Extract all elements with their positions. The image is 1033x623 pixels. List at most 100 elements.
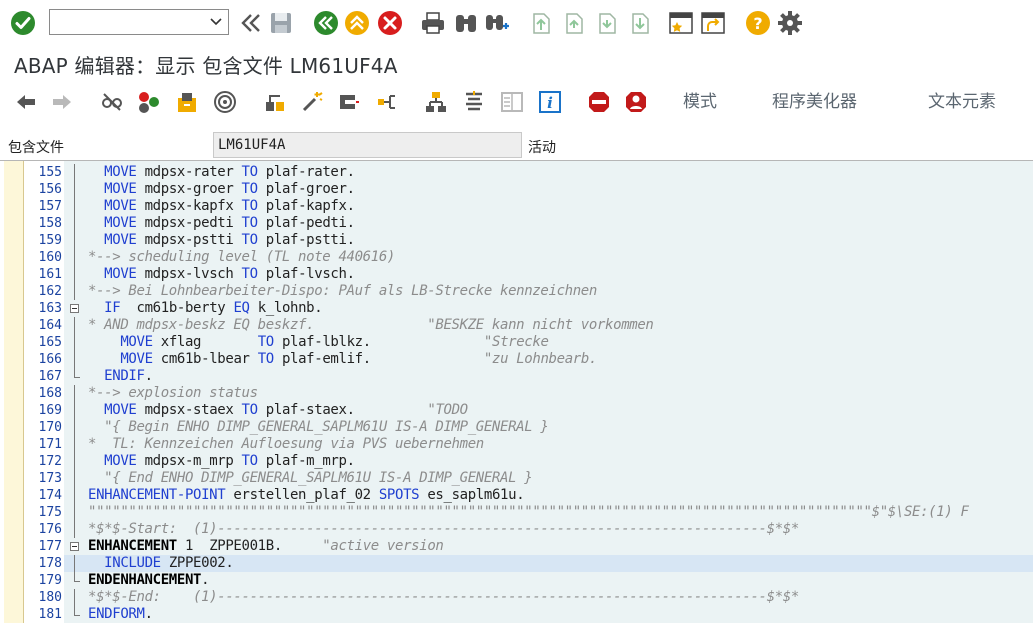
- external-breakpoint-icon[interactable]: [624, 90, 648, 114]
- new-session-icon[interactable]: [668, 10, 694, 36]
- code-token: plaf-pedti.: [257, 215, 355, 231]
- pretty-print-icon[interactable]: [462, 90, 486, 114]
- back-icon[interactable]: [313, 10, 339, 36]
- fold-guide: [64, 521, 86, 538]
- enter-check-icon[interactable]: [10, 10, 36, 36]
- code-line[interactable]: 163 IF cm61b-berty EQ k_lohnb.: [0, 300, 1033, 317]
- fold-guide: [64, 351, 86, 368]
- keyword-token: MOVE: [104, 402, 137, 418]
- fold-guide: [64, 283, 86, 300]
- code-line[interactable]: 159 MOVE mdpsx-pstti TO plaf-pstti.: [0, 232, 1033, 249]
- where-used-icon[interactable]: [213, 90, 237, 114]
- line-number: 162: [38, 284, 62, 299]
- command-input[interactable]: [50, 10, 206, 34]
- code-line[interactable]: 179 ENDENHANCEMENT.: [0, 572, 1033, 589]
- find-icon[interactable]: [453, 10, 479, 36]
- command-field[interactable]: [49, 9, 229, 35]
- arrow-back-icon[interactable]: [14, 90, 38, 114]
- collapse-icon[interactable]: [238, 10, 264, 36]
- code-line[interactable]: 178 INCLUDE ZPPE002.: [39, 555, 1033, 572]
- code-line[interactable]: 172 MOVE mdpsx-m_mrp TO plaf-m_mrp.: [0, 453, 1033, 470]
- code-line[interactable]: 174 ENHANCEMENT-POINT erstellen_plaf_02 S…: [0, 487, 1033, 504]
- code-line[interactable]: 168 *--> explosion status: [0, 385, 1033, 402]
- code-line[interactable]: 161 MOVE mdpsx-lvsch TO plaf-lvsch.: [0, 266, 1033, 283]
- line-number: 181: [38, 607, 62, 622]
- command-dropdown-icon[interactable]: [206, 10, 226, 34]
- object-list-icon[interactable]: [263, 90, 287, 114]
- code-line[interactable]: 170 "{ Begin ENHO DIMP_GENERAL_SAPLM61U …: [0, 419, 1033, 436]
- hierarchy-icon[interactable]: [424, 90, 448, 114]
- comment-token: "Strecke: [483, 334, 549, 350]
- code-line[interactable]: 167 ENDIF.: [0, 368, 1033, 385]
- pattern-icon[interactable]: [337, 90, 361, 114]
- code-token: mdpsx-groer: [136, 181, 242, 197]
- fold-guide: [64, 266, 86, 283]
- keyword-token: MOVE: [104, 215, 137, 231]
- code-editor[interactable]: 155 MOVE mdpsx-rater TO plaf-rater. 156 M…: [0, 160, 1033, 623]
- test-icon[interactable]: [175, 90, 199, 114]
- settings-icon[interactable]: [777, 10, 803, 36]
- code-line[interactable]: 180 *$*$-End: (1)------------------------…: [0, 589, 1033, 606]
- fold-guide: [64, 436, 86, 453]
- fold-guide: [64, 572, 86, 589]
- breakpoint-icon[interactable]: [587, 90, 611, 114]
- find-next-icon[interactable]: [484, 10, 510, 36]
- next-page-icon[interactable]: [594, 10, 620, 36]
- navigation-icon[interactable]: [375, 90, 399, 114]
- code-line[interactable]: 166 MOVE cm61b-lbear TO plaf-emlif. "zu …: [0, 351, 1033, 368]
- code-line[interactable]: 177 ENHANCEMENT 1 ZPPE001B. "active versi…: [0, 538, 1033, 555]
- code-line[interactable]: 162 *--> Bei Lohnbearbeiter-Dispo: PAuf a…: [0, 283, 1033, 300]
- code-line[interactable]: 171 * TL: Kennzeichen Aufloesung via PVS …: [0, 436, 1033, 453]
- print-icon[interactable]: [420, 10, 446, 36]
- code-line[interactable]: 169 MOVE mdpsx-staex TO plaf-staex. "TOD…: [0, 402, 1033, 419]
- code-line[interactable]: 160 *--> scheduling level (TL note 440616…: [0, 249, 1033, 266]
- save-icon[interactable]: [268, 10, 294, 36]
- keyword-token: TO: [241, 232, 259, 248]
- code-line[interactable]: 181 ENDFORM.: [0, 606, 1033, 623]
- keyword-token: ENDIF: [104, 368, 145, 384]
- code-line[interactable]: 173 "{ End ENHO DIMP_GENERAL_SAPLM61U IS…: [0, 470, 1033, 487]
- mode-button[interactable]: 模式: [683, 90, 717, 114]
- fold-guide: [64, 419, 86, 436]
- code-line[interactable]: 165 MOVE xflag TO plaf-lblkz. "Strecke: [0, 334, 1033, 351]
- arrow-forward-icon[interactable]: [50, 90, 74, 114]
- fold-guide: [64, 385, 86, 402]
- code-text: MOVE mdpsx-staex TO plaf-staex. "TODO: [88, 402, 468, 419]
- fold-guide: [64, 181, 86, 198]
- code-line[interactable]: 175 """""""""""""""""""""""""""""""""""""…: [0, 504, 1033, 521]
- activate-icon[interactable]: [137, 90, 161, 114]
- last-page-icon[interactable]: [627, 10, 653, 36]
- code-text: ENDIF.: [88, 368, 153, 385]
- fold-guide: [64, 334, 86, 351]
- shortcut-icon[interactable]: [700, 10, 726, 36]
- cancel-icon[interactable]: [377, 10, 403, 36]
- info-icon[interactable]: i: [538, 90, 562, 114]
- code-line[interactable]: 155 MOVE mdpsx-rater TO plaf-rater.: [0, 164, 1033, 181]
- code-line[interactable]: 157 MOVE mdpsx-kapfx TO plaf-kapfx.: [0, 198, 1033, 215]
- exit-icon[interactable]: [344, 10, 370, 36]
- first-page-icon[interactable]: [528, 10, 554, 36]
- code-line[interactable]: 158 MOVE mdpsx-pedti TO plaf-pedti.: [0, 215, 1033, 232]
- split-screen-icon[interactable]: [500, 90, 524, 114]
- fold-toggle-icon[interactable]: [64, 300, 86, 317]
- include-name-field[interactable]: LM61UF4A: [213, 132, 522, 158]
- line-number: 171: [38, 437, 62, 452]
- previous-page-icon[interactable]: [561, 10, 587, 36]
- fold-guide: [64, 402, 86, 419]
- magic-wand-icon[interactable]: [300, 90, 324, 114]
- comment-token: "{ End ENHO DIMP_GENERAL_SAPLM61U IS-A D…: [88, 470, 533, 486]
- help-icon[interactable]: ?: [745, 10, 771, 36]
- text-elements-button[interactable]: 文本元素: [928, 90, 996, 114]
- line-number: 177: [38, 539, 62, 554]
- fold-toggle-icon[interactable]: [64, 538, 86, 555]
- code-line[interactable]: 176 *$*$-Start: (1)----------------------…: [0, 521, 1033, 538]
- display-change-icon[interactable]: [100, 90, 124, 114]
- fold-guide: [64, 470, 86, 487]
- code-line[interactable]: 164 * AND mdpsx-beskz EQ beskzf. "BESKZE …: [0, 317, 1033, 334]
- line-number: 155: [38, 165, 62, 180]
- pretty-printer-button[interactable]: 程序美化器: [772, 90, 857, 114]
- code-line[interactable]: 156 MOVE mdpsx-groer TO plaf-groer.: [0, 181, 1033, 198]
